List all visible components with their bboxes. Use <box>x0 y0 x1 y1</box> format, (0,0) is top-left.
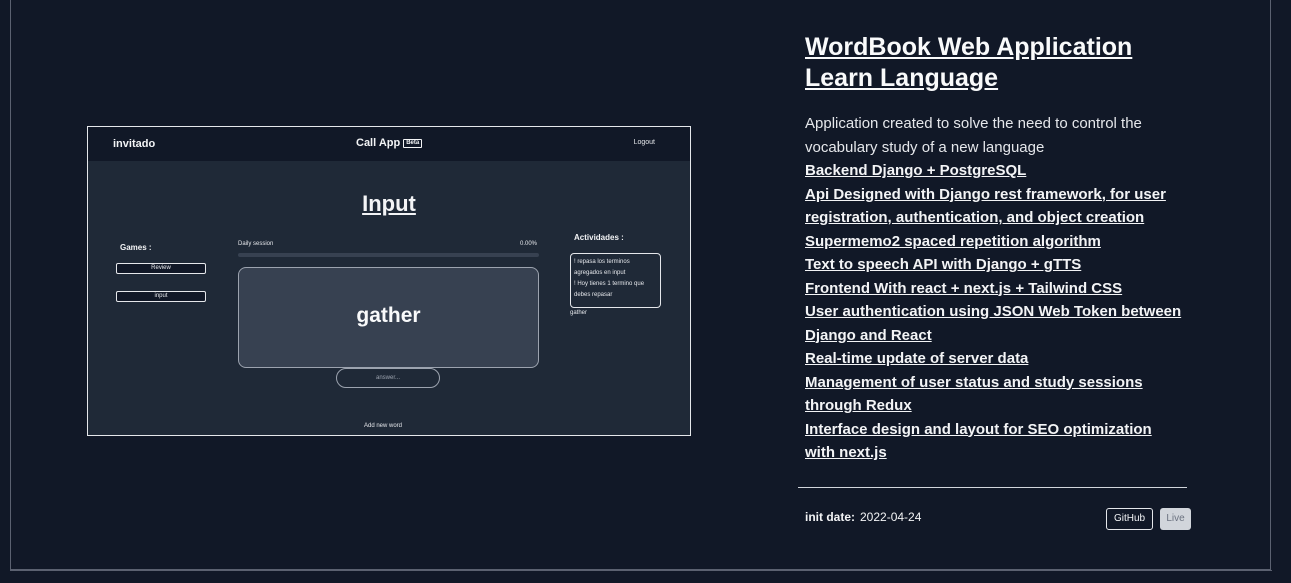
feature-link[interactable]: Real-time update of server data <box>805 350 1028 367</box>
section-divider <box>798 487 1187 488</box>
preview-answer-input: answer... <box>336 368 440 388</box>
preview-logout: Logout <box>633 139 655 146</box>
project-screenshot: invitado Call App Beta Logout Input Games… <box>87 126 691 436</box>
feature-link[interactable]: Interface design and layout for SEO opti… <box>805 421 1152 462</box>
feature-item: Frontend With react + next.js + Tailwind… <box>805 277 1185 301</box>
init-date: init date: 2022-04-24 <box>805 510 921 524</box>
preview-add-new-word: Add new word <box>364 423 403 429</box>
feature-link[interactable]: Management of user status and study sess… <box>805 374 1143 415</box>
feature-item: Supermemo2 spaced repetition algorithm <box>805 230 1185 254</box>
bottom-border <box>10 570 1272 571</box>
feature-item: Real-time update of server data <box>805 347 1185 371</box>
feature-link[interactable]: Supermemo2 spaced repetition algorithm <box>805 233 1101 250</box>
feature-item: Management of user status and study sess… <box>805 371 1185 418</box>
feature-link[interactable]: Text to speech API with Django + gTTS <box>805 256 1081 273</box>
preview-username: invitado <box>113 138 156 150</box>
feature-link[interactable]: Backend Django + PostgreSQL <box>805 162 1026 179</box>
preview-word: gather <box>356 304 421 327</box>
feature-item: Text to speech API with Django + gTTS <box>805 253 1185 277</box>
project-description: Application created to solve the need to… <box>805 115 1142 156</box>
preview-app-name-text: Call App <box>356 137 401 149</box>
preview-games-label: Games : <box>120 243 152 252</box>
preview-page-title: Input <box>362 191 416 216</box>
feature-item: User authentication using JSON Web Token… <box>805 300 1185 347</box>
preview-game-review: Review <box>116 263 206 274</box>
preview-activities-label: Actividades : <box>574 233 624 242</box>
init-date-value: 2022-04-24 <box>860 510 922 524</box>
preview-activities-box: ! repasa los terminos agregados en input… <box>570 253 661 308</box>
preview-activity-item: ! Hoy tienes 1 termino que debes repasar <box>574 281 645 298</box>
preview-beta-badge: Beta <box>403 138 423 148</box>
feature-item: Api Designed with Django rest framework,… <box>805 183 1185 230</box>
feature-item: Backend Django + PostgreSQL <box>805 159 1185 183</box>
preview-daily-session: Daily session <box>238 241 274 247</box>
feature-link[interactable]: User authentication using JSON Web Token… <box>805 303 1181 344</box>
init-date-label: init date: <box>805 510 855 524</box>
preview-app-name: Call App Beta <box>356 137 423 149</box>
feature-item: Interface design and layout for SEO opti… <box>805 418 1185 465</box>
live-button[interactable]: Live <box>1160 508 1191 530</box>
feature-link[interactable]: Frontend With react + next.js + Tailwind… <box>805 280 1122 297</box>
preview-word-card: gather <box>238 267 539 368</box>
preview-navbar: invitado Call App Beta Logout <box>88 127 690 161</box>
preview-activity-word: gather <box>570 310 588 316</box>
preview-activity-item: ! repasa los terminos agregados en input <box>574 259 630 276</box>
github-button[interactable]: GitHub <box>1106 508 1153 530</box>
preview-progress-bar <box>238 253 539 257</box>
preview-game-input: input <box>116 291 206 302</box>
feature-link[interactable]: Api Designed with Django rest framework,… <box>805 186 1166 227</box>
project-title[interactable]: WordBook Web Application Learn Language <box>805 32 1185 94</box>
feature-list: Backend Django + PostgreSQL Api Designed… <box>805 159 1185 465</box>
preview-daily-progress: 0.00% <box>520 241 538 247</box>
project-description-block: Application created to solve the need to… <box>805 112 1185 465</box>
